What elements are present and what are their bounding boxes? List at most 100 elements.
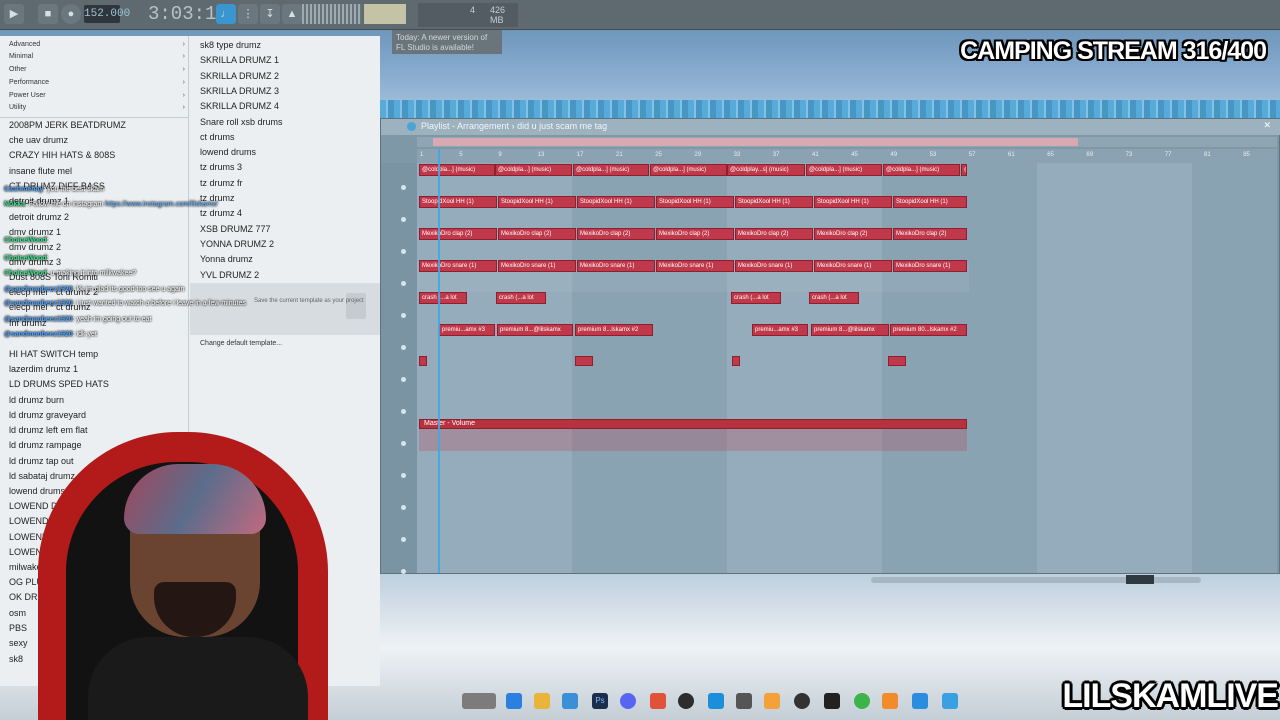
pattern-clip[interactable]: MexikoDro clap (2) xyxy=(735,228,813,240)
track-mute-indicator[interactable] xyxy=(401,377,406,382)
pattern-clip[interactable]: StoopidXool HH (1) xyxy=(498,196,576,208)
browser-file-item[interactable]: 2008PM JERK BEATDRUMZ xyxy=(9,120,126,135)
pattern-clip[interactable]: MexikoDro clap (2) xyxy=(577,228,655,240)
template-item[interactable]: tz drumz fr xyxy=(200,178,243,193)
category-minimal[interactable]: Minimal › xyxy=(9,53,189,65)
pattern-clip[interactable]: @coldplay...s] (music) xyxy=(727,164,805,176)
pattern-clip[interactable]: @coldpla...] (music) xyxy=(495,164,572,176)
pattern-clip[interactable]: premium 80...lskamx #2 xyxy=(890,324,967,336)
pattern-clip[interactable]: MexikoDro snare (1) xyxy=(419,260,497,272)
automation-clip-master-volume[interactable]: Master - Volume xyxy=(419,419,967,429)
fl-studio-icon[interactable] xyxy=(882,693,898,709)
app-icon[interactable] xyxy=(736,693,752,709)
template-item[interactable]: ct drums xyxy=(200,132,235,147)
chrome-like-icon[interactable] xyxy=(854,693,870,709)
pattern-clip[interactable]: MexikoDro clap (2) xyxy=(419,228,497,240)
pattern-clip[interactable]: MexikoDro snare (1) xyxy=(814,260,892,272)
edge-icon[interactable] xyxy=(506,693,522,709)
browser-file-item[interactable]: HI HAT SWITCH temp xyxy=(9,349,98,364)
taskbar-app-icon[interactable] xyxy=(462,693,496,709)
track-mute-indicator[interactable] xyxy=(401,473,406,478)
metronome-button[interactable]: ♩ xyxy=(216,4,236,24)
track-mute-indicator[interactable] xyxy=(401,313,406,318)
pattern-clip[interactable]: StoopidXool HH (1) xyxy=(893,196,967,208)
pattern-clip[interactable]: StoopidXool HH (1) xyxy=(814,196,892,208)
record-button[interactable]: ● xyxy=(61,4,81,24)
stop-button[interactable]: ■ xyxy=(38,4,58,24)
pattern-clip[interactable]: premiu...amx #3 xyxy=(752,324,808,336)
pattern-clip[interactable]: MexikoDro snare (1) xyxy=(893,260,967,272)
template-item[interactable]: lowend drums xyxy=(200,147,256,162)
pattern-clip[interactable]: crash (...a lot xyxy=(809,292,859,304)
pattern-clip[interactable]: StoopidXool HH (1) xyxy=(656,196,734,208)
template-save-row[interactable] xyxy=(190,283,380,335)
pattern-song-toggle[interactable]: ▶ xyxy=(4,4,24,24)
discord-icon[interactable] xyxy=(620,693,636,709)
wait-input-button[interactable]: ⋮ xyxy=(238,4,258,24)
bandlab-icon[interactable] xyxy=(764,693,780,709)
track-mute-indicator[interactable] xyxy=(401,409,406,414)
template-item[interactable]: YONNA DRUMZ 2 xyxy=(200,239,274,254)
browser-file-item[interactable]: insane flute mel xyxy=(9,166,72,181)
telegram-icon[interactable] xyxy=(708,693,724,709)
template-item[interactable]: tz drums 3 xyxy=(200,162,242,177)
track-area[interactable] xyxy=(417,163,1277,573)
track-mute-indicator[interactable] xyxy=(401,185,406,190)
track-mute-indicator[interactable] xyxy=(401,569,406,574)
pattern-clip[interactable]: @coldpla...] (music) xyxy=(419,164,495,176)
category-advanced[interactable]: Advanced › xyxy=(9,41,189,53)
pattern-clip[interactable]: MexikoDro snare (1) xyxy=(577,260,655,272)
browser-file-item[interactable]: lazerdim drumz 1 xyxy=(9,364,78,379)
photoshop-icon[interactable]: Ps xyxy=(592,693,608,709)
folder-icon[interactable] xyxy=(534,693,550,709)
pattern-clip[interactable]: premium 8...lskamx #2 xyxy=(575,324,653,336)
template-item[interactable]: Yonna drumz xyxy=(200,254,253,269)
audio-app-icon[interactable] xyxy=(794,693,810,709)
pattern-clip[interactable]: MexikoDro snare (1) xyxy=(735,260,813,272)
pattern-clip[interactable]: StoopidXool HH (1) xyxy=(577,196,655,208)
store-icon[interactable] xyxy=(562,693,578,709)
pattern-clip[interactable]: MexikoDro clap (2) xyxy=(893,228,967,240)
browser-file-item[interactable]: ld drumz graveyard xyxy=(9,410,86,425)
browser-file-item[interactable]: detroit drumz 2 xyxy=(9,212,69,227)
pattern-clip[interactable]: crash (...a lot xyxy=(731,292,781,304)
track-mute-indicator[interactable] xyxy=(401,249,406,254)
scrollbar-thumb[interactable] xyxy=(1126,575,1154,584)
capture-icon[interactable] xyxy=(824,693,840,709)
template-item[interactable]: SKRILLA DRUMZ 2 xyxy=(200,71,279,86)
pattern-clip[interactable]: MexikoDro snare (1) xyxy=(498,260,576,272)
track-mute-indicator[interactable] xyxy=(401,537,406,542)
playhead[interactable] xyxy=(438,149,440,573)
change-default-template[interactable]: Change default template... xyxy=(200,340,282,347)
template-item[interactable]: tz drumz 4 xyxy=(200,208,242,223)
chat-link[interactable]: https://www.instagram.com/lilskamx/ xyxy=(105,201,217,208)
pattern-clip-small[interactable] xyxy=(575,356,593,366)
pattern-clip[interactable]: premium 8...@lilskamx xyxy=(497,324,573,336)
bar-ruler[interactable]: 1 5 9 13 17 21 25 29 33 37 41 45 49 53 57 61 65 69 73 77 81 8… xyxy=(417,149,1277,163)
overview-selection[interactable] xyxy=(433,138,1078,146)
template-item[interactable]: SKRILLA DRUMZ 1 xyxy=(200,55,279,70)
pattern-clip[interactable]: StoopidXool HH (1) xyxy=(735,196,813,208)
pattern-clip[interactable]: crash (...a lot xyxy=(496,292,546,304)
playlist-pattern-name[interactable]: did u just scam me tag xyxy=(517,121,607,131)
pattern-clip[interactable]: MexikoDro clap (2) xyxy=(656,228,734,240)
template-item[interactable]: SKRILLA DRUMZ 4 xyxy=(200,101,279,116)
template-item[interactable]: sk8 type drumz xyxy=(200,40,261,55)
category-power-user[interactable]: Power User › xyxy=(9,92,189,104)
template-item[interactable]: Snare roll xsb drums xyxy=(200,117,283,132)
pattern-clip[interactable]: MexikoDro clap (2) xyxy=(814,228,892,240)
tempo-display[interactable]: 152.000 xyxy=(84,5,130,23)
app-icon-2[interactable] xyxy=(912,693,928,709)
pattern-clip[interactable]: @coldplay...cs] (music) xyxy=(961,164,967,176)
track-mute-indicator[interactable] xyxy=(401,441,406,446)
calculator-icon[interactable] xyxy=(942,693,958,709)
track-mute-indicator[interactable] xyxy=(401,281,406,286)
pattern-clip-small[interactable] xyxy=(732,356,740,366)
browser-file-item[interactable]: ld drumz burn xyxy=(9,395,64,410)
pattern-clip[interactable]: premium 8...@lilskamx xyxy=(811,324,889,336)
pattern-clip[interactable]: MexikoDro snare (1) xyxy=(656,260,734,272)
countdown-button[interactable]: ↧ xyxy=(260,4,280,24)
pattern-clip[interactable]: StoopidXool HH (1) xyxy=(419,196,497,208)
close-icon[interactable]: ✕ xyxy=(1263,120,1271,131)
category-other[interactable]: Other › xyxy=(9,66,189,78)
